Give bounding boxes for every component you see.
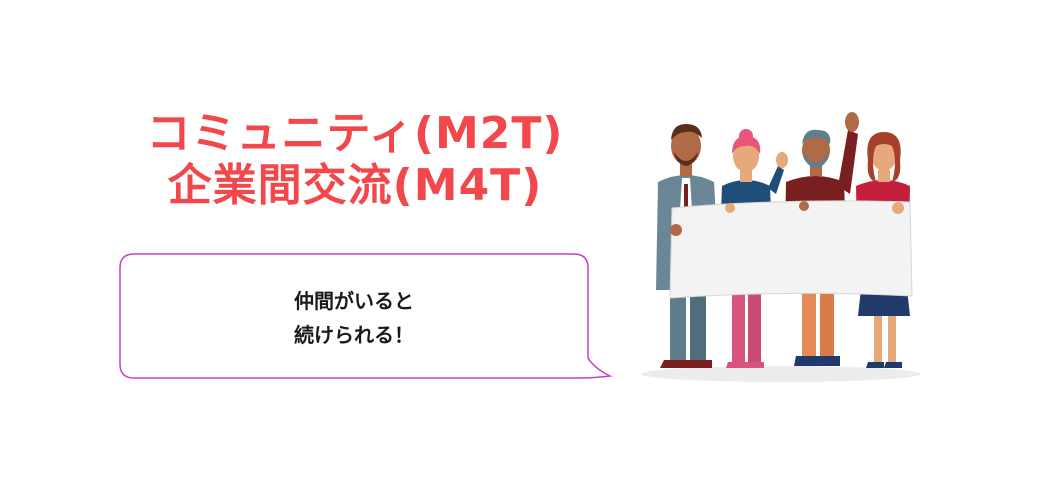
bubble-line-1: 仲間がいると bbox=[294, 289, 414, 313]
bubble-text: 仲間がいると 続けられる！ bbox=[118, 284, 590, 352]
bubble-line-2: 続けられる！ bbox=[294, 323, 414, 347]
title-line-exchange: 企業間交流(M4T) bbox=[167, 160, 543, 211]
group-holding-banner-illustration bbox=[636, 90, 926, 390]
blank-banner bbox=[669, 200, 913, 299]
speech-bubble: 仲間がいると 続けられる！ bbox=[118, 252, 618, 392]
title-line-community: コミュニティ(M2T) bbox=[146, 108, 564, 159]
page-title: コミュニティ(M2T) 企業間交流(M4T) bbox=[120, 108, 590, 212]
